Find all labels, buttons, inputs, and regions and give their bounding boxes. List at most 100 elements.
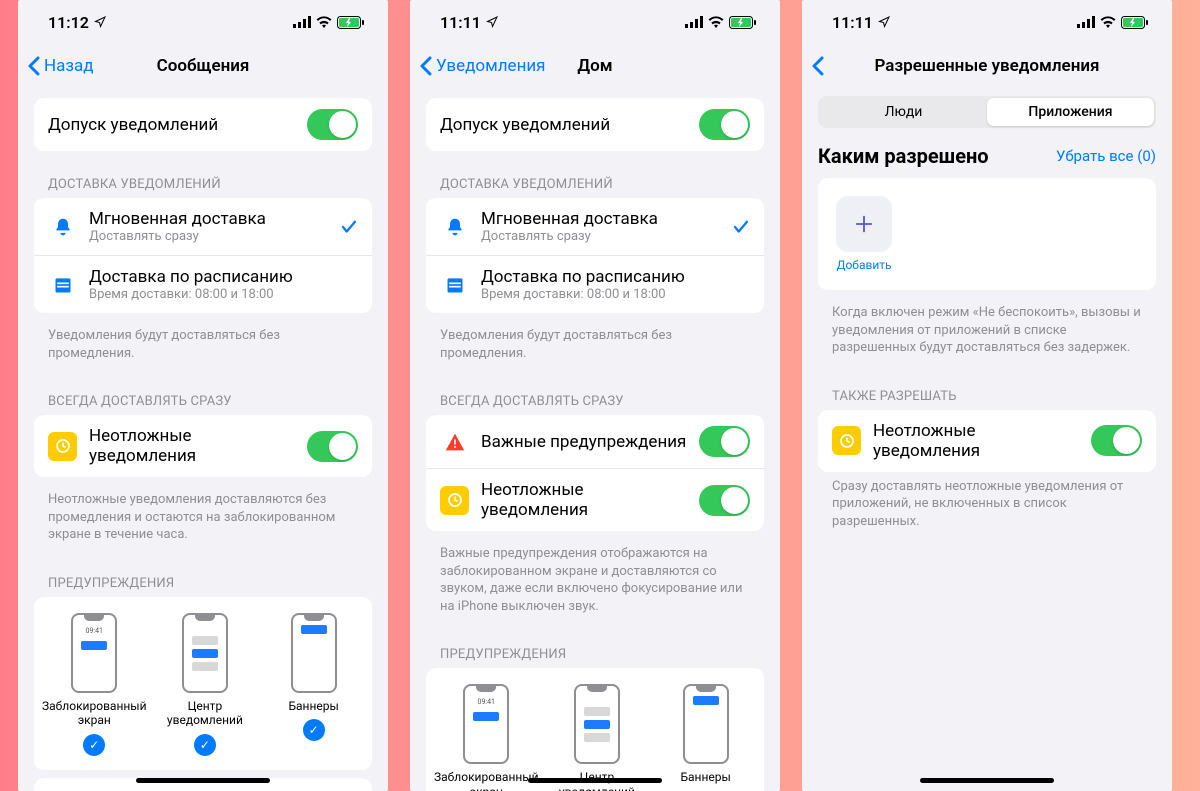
chevron-left-icon — [812, 56, 824, 76]
alert-lock-screen[interactable]: 09:41 Заблокированный экран ✓ — [42, 613, 147, 756]
clock-icon — [48, 432, 77, 461]
cell-title: Доставка по расписанию — [481, 267, 750, 287]
signal-icon — [293, 16, 311, 28]
toggle-on-icon[interactable] — [699, 109, 750, 140]
screen-home: 11:11 Уведомления Дом Допуск уведомлений… — [410, 0, 780, 791]
section-footer: Важные предупреждения отображаются на за… — [426, 539, 764, 629]
section-header: ПРЕДУПРЕЖДЕНИЯ — [34, 558, 372, 597]
back-button[interactable]: Уведомления — [420, 56, 546, 76]
checkmark-icon — [340, 218, 358, 236]
toggle-on-icon[interactable] — [307, 431, 358, 462]
back-label: Назад — [44, 56, 94, 76]
instant-delivery-row[interactable]: Мгновенная доставка Доставлять сразу — [34, 198, 372, 256]
status-bar: 11:11 — [410, 0, 780, 44]
bell-icon — [48, 217, 77, 237]
content[interactable]: Допуск уведомлений ДОСТАВКА УВЕДОМЛЕНИЙ … — [18, 88, 388, 791]
alert-banners[interactable]: Баннеры ✓ — [655, 684, 756, 791]
alert-banners[interactable]: Баннеры ✓ — [263, 613, 364, 756]
checkmark-icon — [732, 218, 750, 236]
cell-sub: Время доставки: 08:00 и 18:00 — [89, 287, 358, 302]
toggle-on-icon[interactable] — [699, 485, 750, 516]
instant-delivery-row[interactable]: Мгновенная доставка Доставлять сразу — [426, 198, 764, 256]
section-footer: Неотложные уведомления доставляются без … — [34, 485, 372, 558]
scheduled-delivery-row[interactable]: Доставка по расписанию Время доставки: 0… — [426, 256, 764, 313]
calendar-icon — [440, 275, 469, 295]
status-time: 11:11 — [832, 13, 873, 32]
cell-title: Неотложные уведомления — [481, 480, 687, 520]
wifi-icon — [708, 16, 724, 28]
back-button[interactable]: Назад — [28, 56, 94, 76]
battery-icon — [337, 16, 364, 29]
phone-mock-icon — [291, 613, 337, 693]
chevron-left-icon — [28, 56, 40, 76]
home-indicator[interactable] — [920, 778, 1054, 783]
segment-apps[interactable]: Приложения — [987, 98, 1154, 126]
cell-sub: Время доставки: 08:00 и 18:00 — [481, 287, 750, 302]
add-label: Добавить — [836, 258, 892, 272]
section-header: ПРЕДУПРЕЖДЕНИЯ — [426, 629, 764, 668]
location-icon — [94, 16, 106, 28]
cell-title: Допуск уведомлений — [440, 115, 687, 135]
alert-notification-center[interactable]: Центр уведомлений ✓ — [155, 613, 256, 756]
phone-mock-icon: 09:41 — [71, 613, 117, 693]
home-indicator[interactable] — [136, 778, 270, 783]
clock-icon — [832, 426, 861, 455]
signal-icon — [1077, 16, 1095, 28]
nav-header: Назад Сообщения — [18, 44, 388, 88]
alert-lock-screen[interactable]: 09:41 Заблокированный экран ✓ — [434, 684, 539, 791]
section-footer: Сразу доставлять неотложные уведомления … — [802, 472, 1172, 545]
calendar-icon — [48, 275, 77, 295]
status-time: 11:12 — [48, 13, 89, 32]
checkmark-circle-icon: ✓ — [303, 719, 325, 741]
alerts-group: 09:41 Заблокированный экран ✓ Центр увед… — [426, 668, 764, 791]
scheduled-delivery-row[interactable]: Доставка по расписанию Время доставки: 0… — [34, 256, 372, 313]
cell-title: Важные предупреждения — [481, 432, 687, 452]
alert-label: Баннеры — [680, 770, 730, 784]
cell-title: Неотложные уведомления — [873, 421, 1079, 461]
section-footer: Уведомления будут доставляться без проме… — [426, 321, 764, 376]
screen-messages: 11:12 Назад Сообщения Допуск уведомлений… — [18, 0, 388, 791]
signal-icon — [685, 16, 703, 28]
back-label: Уведомления — [436, 56, 546, 76]
urgent-notifications-toggle[interactable]: Неотложные уведомления — [426, 469, 764, 531]
alert-label: Заблокированный экран — [434, 770, 539, 791]
content[interactable]: Допуск уведомлений ДОСТАВКА УВЕДОМЛЕНИЙ … — [410, 88, 780, 791]
wifi-icon — [1100, 16, 1116, 28]
checkmark-circle-icon: ✓ — [194, 734, 216, 756]
warning-icon — [440, 432, 469, 452]
toggle-on-icon[interactable] — [307, 109, 358, 140]
phone-mock-icon — [683, 684, 729, 764]
plus-icon — [853, 213, 875, 235]
alerts-group: 09:41 Заблокированный экран ✓ Центр увед… — [34, 597, 372, 770]
toggle-on-icon[interactable] — [699, 426, 750, 457]
status-time: 11:11 — [440, 13, 481, 32]
status-bar: 11:11 — [802, 0, 1172, 44]
bell-icon — [440, 217, 469, 237]
urgent-notifications-toggle[interactable]: Неотложные уведомления — [34, 415, 372, 477]
allow-notifications-toggle[interactable]: Допуск уведомлений — [426, 98, 764, 151]
cell-title: Мгновенная доставка — [481, 209, 720, 229]
checkmark-circle-icon: ✓ — [83, 734, 105, 756]
cell-title: Неотложные уведомления — [89, 426, 295, 466]
allowed-heading: Каким разрешено — [818, 144, 989, 168]
nav-title: Разрешенные уведомления — [802, 56, 1172, 76]
home-indicator[interactable] — [528, 778, 662, 783]
phone-mock-icon — [574, 684, 620, 764]
section-header: ДОСТАВКА УВЕДОМЛЕНИЙ — [426, 159, 764, 198]
urgent-notifications-toggle[interactable]: Неотложные уведомления — [818, 410, 1156, 472]
add-app-button[interactable] — [836, 196, 892, 252]
back-button[interactable] — [812, 56, 824, 76]
section-footer: Уведомления будут доставляться без проме… — [34, 321, 372, 376]
alert-notification-center[interactable]: Центр уведомлений ✓ — [547, 684, 648, 791]
segmented-control[interactable]: Люди Приложения — [818, 96, 1156, 128]
location-icon — [878, 16, 890, 28]
status-bar: 11:12 — [18, 0, 388, 44]
allow-notifications-toggle[interactable]: Допуск уведомлений — [34, 98, 372, 151]
cell-title: Допуск уведомлений — [48, 115, 295, 135]
section-footer: Когда включен режим «Не беспокоить», выз… — [802, 298, 1172, 371]
cell-sub: Доставлять сразу — [481, 229, 720, 244]
segment-people[interactable]: Люди — [820, 98, 987, 126]
clear-all-link[interactable]: Убрать все (0) — [1056, 147, 1156, 165]
toggle-on-icon[interactable] — [1091, 425, 1142, 456]
critical-alerts-toggle[interactable]: Важные предупреждения — [426, 415, 764, 469]
